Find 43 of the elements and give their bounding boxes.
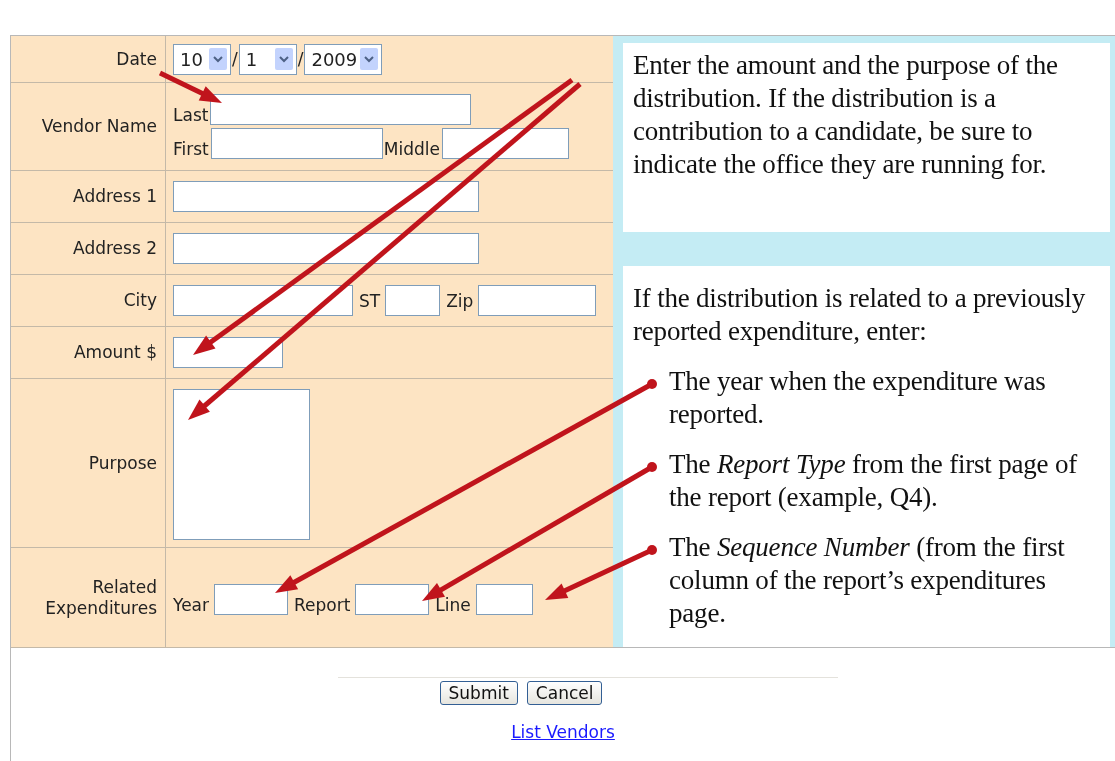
date-dropdown[interactable]: 1 — [238, 43, 297, 75]
cancel-button[interactable]: Cancel — [526, 681, 603, 705]
input-field[interactable] — [478, 285, 597, 316]
input-field[interactable] — [385, 285, 441, 316]
note-item: The Sequence Number (from the first column of the report’s expenditures page. — [668, 531, 1066, 630]
field-label: Purpose — [11, 379, 166, 548]
date-dropdown[interactable]: 2009 — [304, 43, 383, 75]
field-label: Report — [294, 595, 352, 615]
field-label: Vendor Name — [11, 83, 166, 171]
field-label: Last — [173, 105, 210, 125]
field-label: ST — [359, 290, 382, 311]
date-separator: / — [297, 49, 304, 69]
caret-icon — [209, 48, 227, 70]
date-dropdown[interactable]: 10 — [173, 43, 231, 75]
field-label: Address 1 — [11, 171, 166, 223]
input-field[interactable] — [475, 584, 533, 615]
input-field[interactable] — [173, 181, 479, 212]
field-label: Year — [173, 595, 210, 615]
caret-icon — [274, 48, 293, 70]
field-label: Date — [11, 36, 166, 83]
field-label: Related Expenditures — [11, 548, 166, 648]
list-vendors-link[interactable]: List Vendors — [511, 722, 615, 742]
field-label: City — [11, 275, 166, 327]
input-field[interactable] — [173, 285, 353, 316]
note-text: Enter the amount and the purpose of the distribution. If the distribution is a contribution to a candidate, be sure to indicate the office they are running for. — [633, 49, 1059, 181]
caret-icon — [360, 48, 379, 70]
field-label: Middle — [383, 139, 441, 159]
purpose-field[interactable] — [173, 388, 310, 540]
field-label: Address 2 — [11, 223, 166, 275]
input-field[interactable] — [210, 128, 383, 159]
input-field[interactable] — [214, 584, 288, 615]
note-item: The year when the expenditure was reported. — [668, 365, 1047, 431]
note-text: If the distribution is related to a previously reported expenditure, enter: — [633, 282, 1086, 348]
input-field[interactable] — [210, 94, 472, 125]
note-item: The Report Type from the first page of the report (example, Q4). — [668, 448, 1079, 514]
submit-button[interactable]: Submit — [439, 681, 518, 705]
field-label: Amount $ — [11, 327, 166, 379]
input-field[interactable] — [173, 233, 479, 264]
input-field[interactable] — [355, 584, 430, 615]
field-label: Zip — [446, 290, 475, 311]
field-label: First — [173, 139, 210, 159]
date-separator: / — [232, 49, 238, 69]
field-label: Line — [435, 595, 472, 615]
